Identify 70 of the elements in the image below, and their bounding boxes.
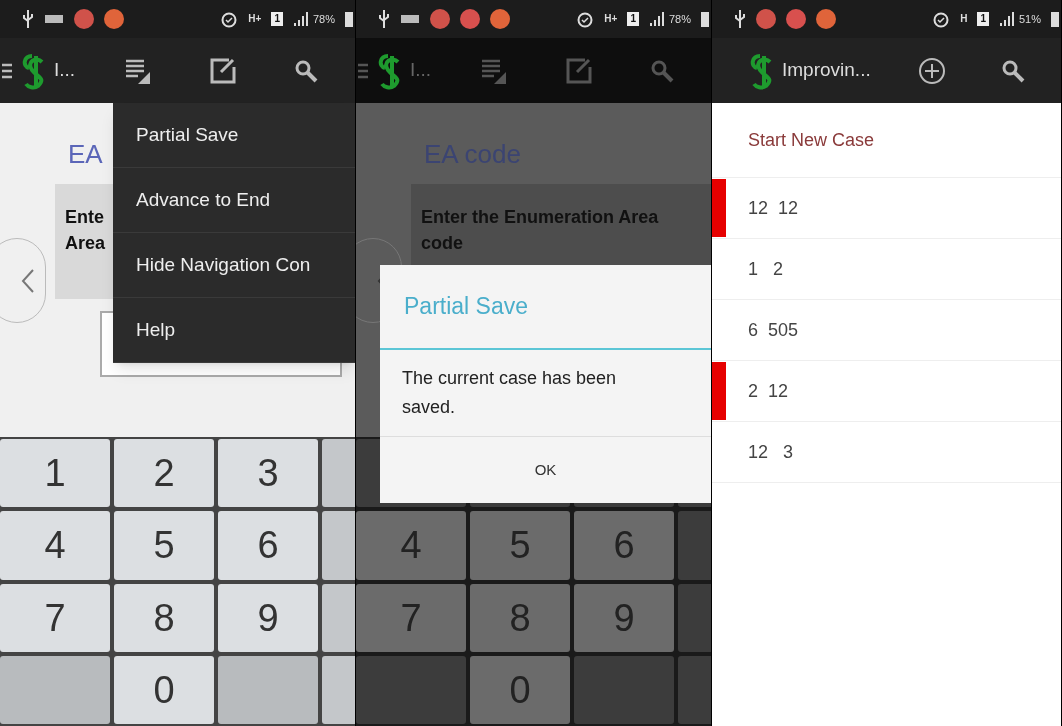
- case-row[interactable]: 6 505: [712, 300, 1061, 361]
- question-text: Ente Area: [65, 206, 107, 255]
- digit-key[interactable]: 9: [218, 583, 318, 652]
- app-title: Improvin...: [782, 58, 871, 83]
- key-edge: [322, 511, 355, 580]
- network-type: H: [960, 14, 968, 24]
- digit-key[interactable]: 6: [218, 511, 318, 580]
- case-row[interactable]: 1 2: [712, 239, 1061, 300]
- chevron-left-icon: [21, 267, 35, 294]
- battery-icon: [345, 11, 353, 27]
- key-edge: [322, 439, 355, 508]
- digit-key[interactable]: 7: [0, 583, 110, 652]
- sim-indicator: 1: [627, 12, 639, 26]
- key-edge: [678, 655, 711, 724]
- dialog-message: The current case has been saved.: [380, 350, 711, 437]
- key-edge: [678, 511, 711, 580]
- digit-key[interactable]: 8: [114, 583, 214, 652]
- battery-icon: [701, 11, 709, 27]
- case-row[interactable]: 2 12: [712, 361, 1061, 422]
- case-row[interactable]: 12 3: [712, 422, 1061, 483]
- usb-icon: [378, 9, 390, 29]
- battery-icon: [1051, 11, 1059, 27]
- sim-indicator: 1: [977, 12, 989, 26]
- menu-item[interactable]: Advance to End: [113, 168, 355, 233]
- digit-key[interactable]: 0: [114, 655, 214, 724]
- edit-icon[interactable]: [209, 56, 238, 85]
- case-label: 1 2: [748, 257, 784, 281]
- case-label: 12 3: [748, 440, 794, 464]
- signal-icon: [292, 11, 309, 27]
- menu-item[interactable]: Hide Navigation Con: [113, 233, 355, 298]
- digit-key[interactable]: 2: [114, 439, 214, 508]
- search-icon[interactable]: [294, 58, 319, 83]
- field-title: EA: [68, 138, 103, 170]
- ok-button[interactable]: OK: [380, 437, 711, 503]
- battery-percent: 78%: [312, 11, 335, 27]
- key-edge: [322, 655, 355, 724]
- start-new-case-item[interactable]: Start New Case: [712, 103, 1061, 178]
- add-icon[interactable]: [918, 56, 947, 85]
- battery-percent: 78%: [668, 11, 691, 27]
- menu-icon[interactable]: [2, 61, 12, 80]
- alarm-icon: [932, 10, 951, 28]
- alarm-icon: [576, 10, 595, 28]
- case-label: 6 505: [748, 318, 799, 342]
- usb-icon: [734, 9, 746, 29]
- case-label: 2 12: [748, 379, 789, 403]
- keyboard-icon: [44, 14, 64, 24]
- search-icon[interactable]: [1001, 58, 1026, 83]
- sim-indicator: 1: [271, 12, 283, 26]
- question-text: Enter the Enumeration Area code: [421, 206, 660, 255]
- network-type: H+: [604, 14, 618, 24]
- signal-icon: [998, 11, 1015, 27]
- alarm-icon: [220, 10, 239, 28]
- signal-icon: [648, 11, 665, 27]
- case-row[interactable]: 12 12: [712, 178, 1061, 239]
- keyboard-icon: [400, 14, 420, 24]
- key-edge: [322, 583, 355, 652]
- network-type: H+: [248, 14, 262, 24]
- digit-key[interactable]: 3: [218, 439, 318, 508]
- key-edge: [678, 583, 711, 652]
- menu-item[interactable]: Help: [113, 298, 355, 363]
- battery-percent: 51%: [1018, 11, 1041, 27]
- digit-key[interactable]: 1: [0, 439, 110, 508]
- digit-key[interactable]: 5: [114, 511, 214, 580]
- usb-icon: [22, 9, 34, 29]
- app-title: I...: [54, 58, 76, 83]
- list-icon[interactable]: [123, 57, 152, 84]
- case-label: 12 12: [748, 196, 799, 220]
- digit-key[interactable]: 4: [0, 511, 110, 580]
- menu-item[interactable]: Partial Save: [113, 103, 355, 168]
- app-title: I...: [410, 58, 432, 83]
